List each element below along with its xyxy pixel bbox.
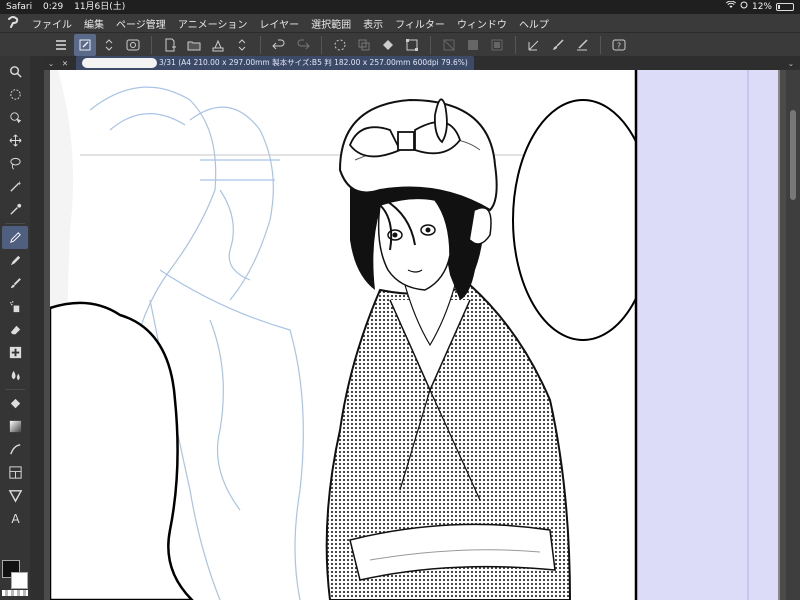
status-date: 11月6日(土) xyxy=(74,2,126,12)
close-tab-icon[interactable]: ✕ xyxy=(58,59,72,68)
menu-edit[interactable]: 編集 xyxy=(78,16,110,31)
canvas-tab[interactable]: 3/31 (A4 210.00 x 297.00mm 製本サイズ:B5 判 18… xyxy=(76,56,474,70)
canvas-tab-title: 3/31 (A4 210.00 x 297.00mm 製本サイズ:B5 判 18… xyxy=(159,58,468,67)
frame-border-tool-icon[interactable] xyxy=(2,461,28,484)
command-bar: ? xyxy=(0,32,800,56)
svg-text:?: ? xyxy=(617,41,621,50)
vertical-scrollbar[interactable] xyxy=(786,70,800,600)
tab-list-chevron-icon[interactable]: ⌄ xyxy=(788,59,800,68)
menu-window[interactable]: ウィンドウ xyxy=(451,16,513,31)
pencil-tool-icon[interactable] xyxy=(2,249,28,272)
eyedropper-icon[interactable] xyxy=(2,198,28,221)
help-icon[interactable]: ? xyxy=(608,34,630,56)
menu-file[interactable]: ファイル xyxy=(26,16,78,31)
svg-text:A: A xyxy=(11,512,20,526)
app-logo-icon[interactable] xyxy=(0,15,26,32)
zoom-tool-icon[interactable] xyxy=(2,60,28,83)
lasso-tool-icon[interactable] xyxy=(2,152,28,175)
transparent-color-swatch[interactable] xyxy=(2,590,28,596)
toolbar-separator xyxy=(515,35,516,54)
fill-tool-icon[interactable] xyxy=(2,392,28,415)
magic-wand-icon[interactable] xyxy=(2,175,28,198)
brush-tool-icon[interactable] xyxy=(2,272,28,295)
undo-icon[interactable] xyxy=(268,34,290,56)
transform-icon[interactable] xyxy=(401,34,423,56)
speech-bubble-oval xyxy=(512,99,654,341)
menu-layer[interactable]: レイヤー xyxy=(253,16,305,31)
toolbar-separator xyxy=(600,35,601,54)
canvas-tab-bar: ⌄ ✕ 3/31 (A4 210.00 x 297.00mm 製本サイズ:B5 … xyxy=(44,56,800,70)
redo-icon[interactable] xyxy=(292,34,314,56)
artwork xyxy=(50,70,780,600)
pen-stroke-icon[interactable] xyxy=(571,34,593,56)
battery-percent: 12% xyxy=(751,2,772,12)
companion-icon[interactable] xyxy=(122,34,144,56)
manga-page-canvas[interactable] xyxy=(50,70,780,600)
stepper-icon-2[interactable] xyxy=(231,34,253,56)
eraser-tool-icon[interactable] xyxy=(2,318,28,341)
open-folder-icon[interactable] xyxy=(183,34,205,56)
lock-rotation-icon xyxy=(740,0,748,14)
hamburger-menu-icon[interactable] xyxy=(50,34,72,56)
canvas-area: ⌄ ✕ 3/31 (A4 210.00 x 297.00mm 製本サイズ:B5 … xyxy=(44,56,800,600)
wifi-icon xyxy=(725,0,737,14)
decoration-tool-icon[interactable] xyxy=(2,341,28,364)
selection-border-icon[interactable] xyxy=(486,34,508,56)
toolbar-separator xyxy=(430,35,431,54)
menu-view[interactable]: 表示 xyxy=(357,16,389,31)
toolbar-separator xyxy=(151,35,152,54)
blend-tool-icon[interactable] xyxy=(2,364,28,387)
gradient-tool-icon[interactable] xyxy=(2,415,28,438)
operation-tool-icon[interactable] xyxy=(2,83,28,106)
sub-tool-strip xyxy=(30,56,44,600)
bleed-area xyxy=(636,70,780,600)
invert-selection-icon[interactable] xyxy=(462,34,484,56)
brush-icon[interactable] xyxy=(547,34,569,56)
status-app-name: Safari xyxy=(6,2,33,12)
stepper-icon[interactable] xyxy=(98,34,120,56)
new-file-icon[interactable] xyxy=(159,34,181,56)
save-icon[interactable] xyxy=(207,34,229,56)
menu-filter[interactable]: フィルター xyxy=(389,16,451,31)
sub-color-swatch[interactable] xyxy=(11,572,28,589)
chevron-down-icon[interactable]: ⌄ xyxy=(44,59,58,68)
toolbar-separator xyxy=(321,35,322,54)
tool-separator xyxy=(5,389,25,390)
ruler-icon[interactable] xyxy=(523,34,545,56)
ruler-tool-icon[interactable] xyxy=(2,484,28,507)
battery-icon xyxy=(776,3,794,11)
toolbar-separator xyxy=(260,35,261,54)
move-tool-icon[interactable] xyxy=(2,129,28,152)
menu-selection[interactable]: 選択範囲 xyxy=(305,16,357,31)
loading-icon[interactable] xyxy=(329,34,351,56)
status-time: 0:29 xyxy=(43,2,64,12)
figure-tool-icon[interactable] xyxy=(2,438,28,461)
ios-status-bar: Safari 0:29 11月6日(土) 12% xyxy=(0,0,800,14)
menu-bar: ファイル 編集 ページ管理 アニメーション レイヤー 選択範囲 表示 フィルター… xyxy=(0,14,800,32)
menu-animation[interactable]: アニメーション xyxy=(172,16,254,31)
tool-separator xyxy=(5,223,25,224)
object-tool-icon[interactable] xyxy=(2,106,28,129)
clear-selection-icon[interactable] xyxy=(438,34,460,56)
color-swatch[interactable] xyxy=(2,560,28,596)
redacted-filename xyxy=(82,58,157,68)
menu-page[interactable]: ページ管理 xyxy=(110,16,172,31)
text-tool-icon[interactable]: A xyxy=(2,507,28,530)
edit-mode-icon[interactable] xyxy=(74,33,96,56)
tool-bar: A xyxy=(0,56,30,600)
fill-bucket-icon[interactable] xyxy=(377,34,399,56)
pen-tool-icon[interactable] xyxy=(2,226,28,249)
menu-help[interactable]: ヘルプ xyxy=(513,16,555,31)
speech-bubble-left xyxy=(50,301,194,600)
copy-layer-icon[interactable] xyxy=(353,34,375,56)
airbrush-tool-icon[interactable] xyxy=(2,295,28,318)
scrollbar-thumb[interactable] xyxy=(790,110,796,200)
